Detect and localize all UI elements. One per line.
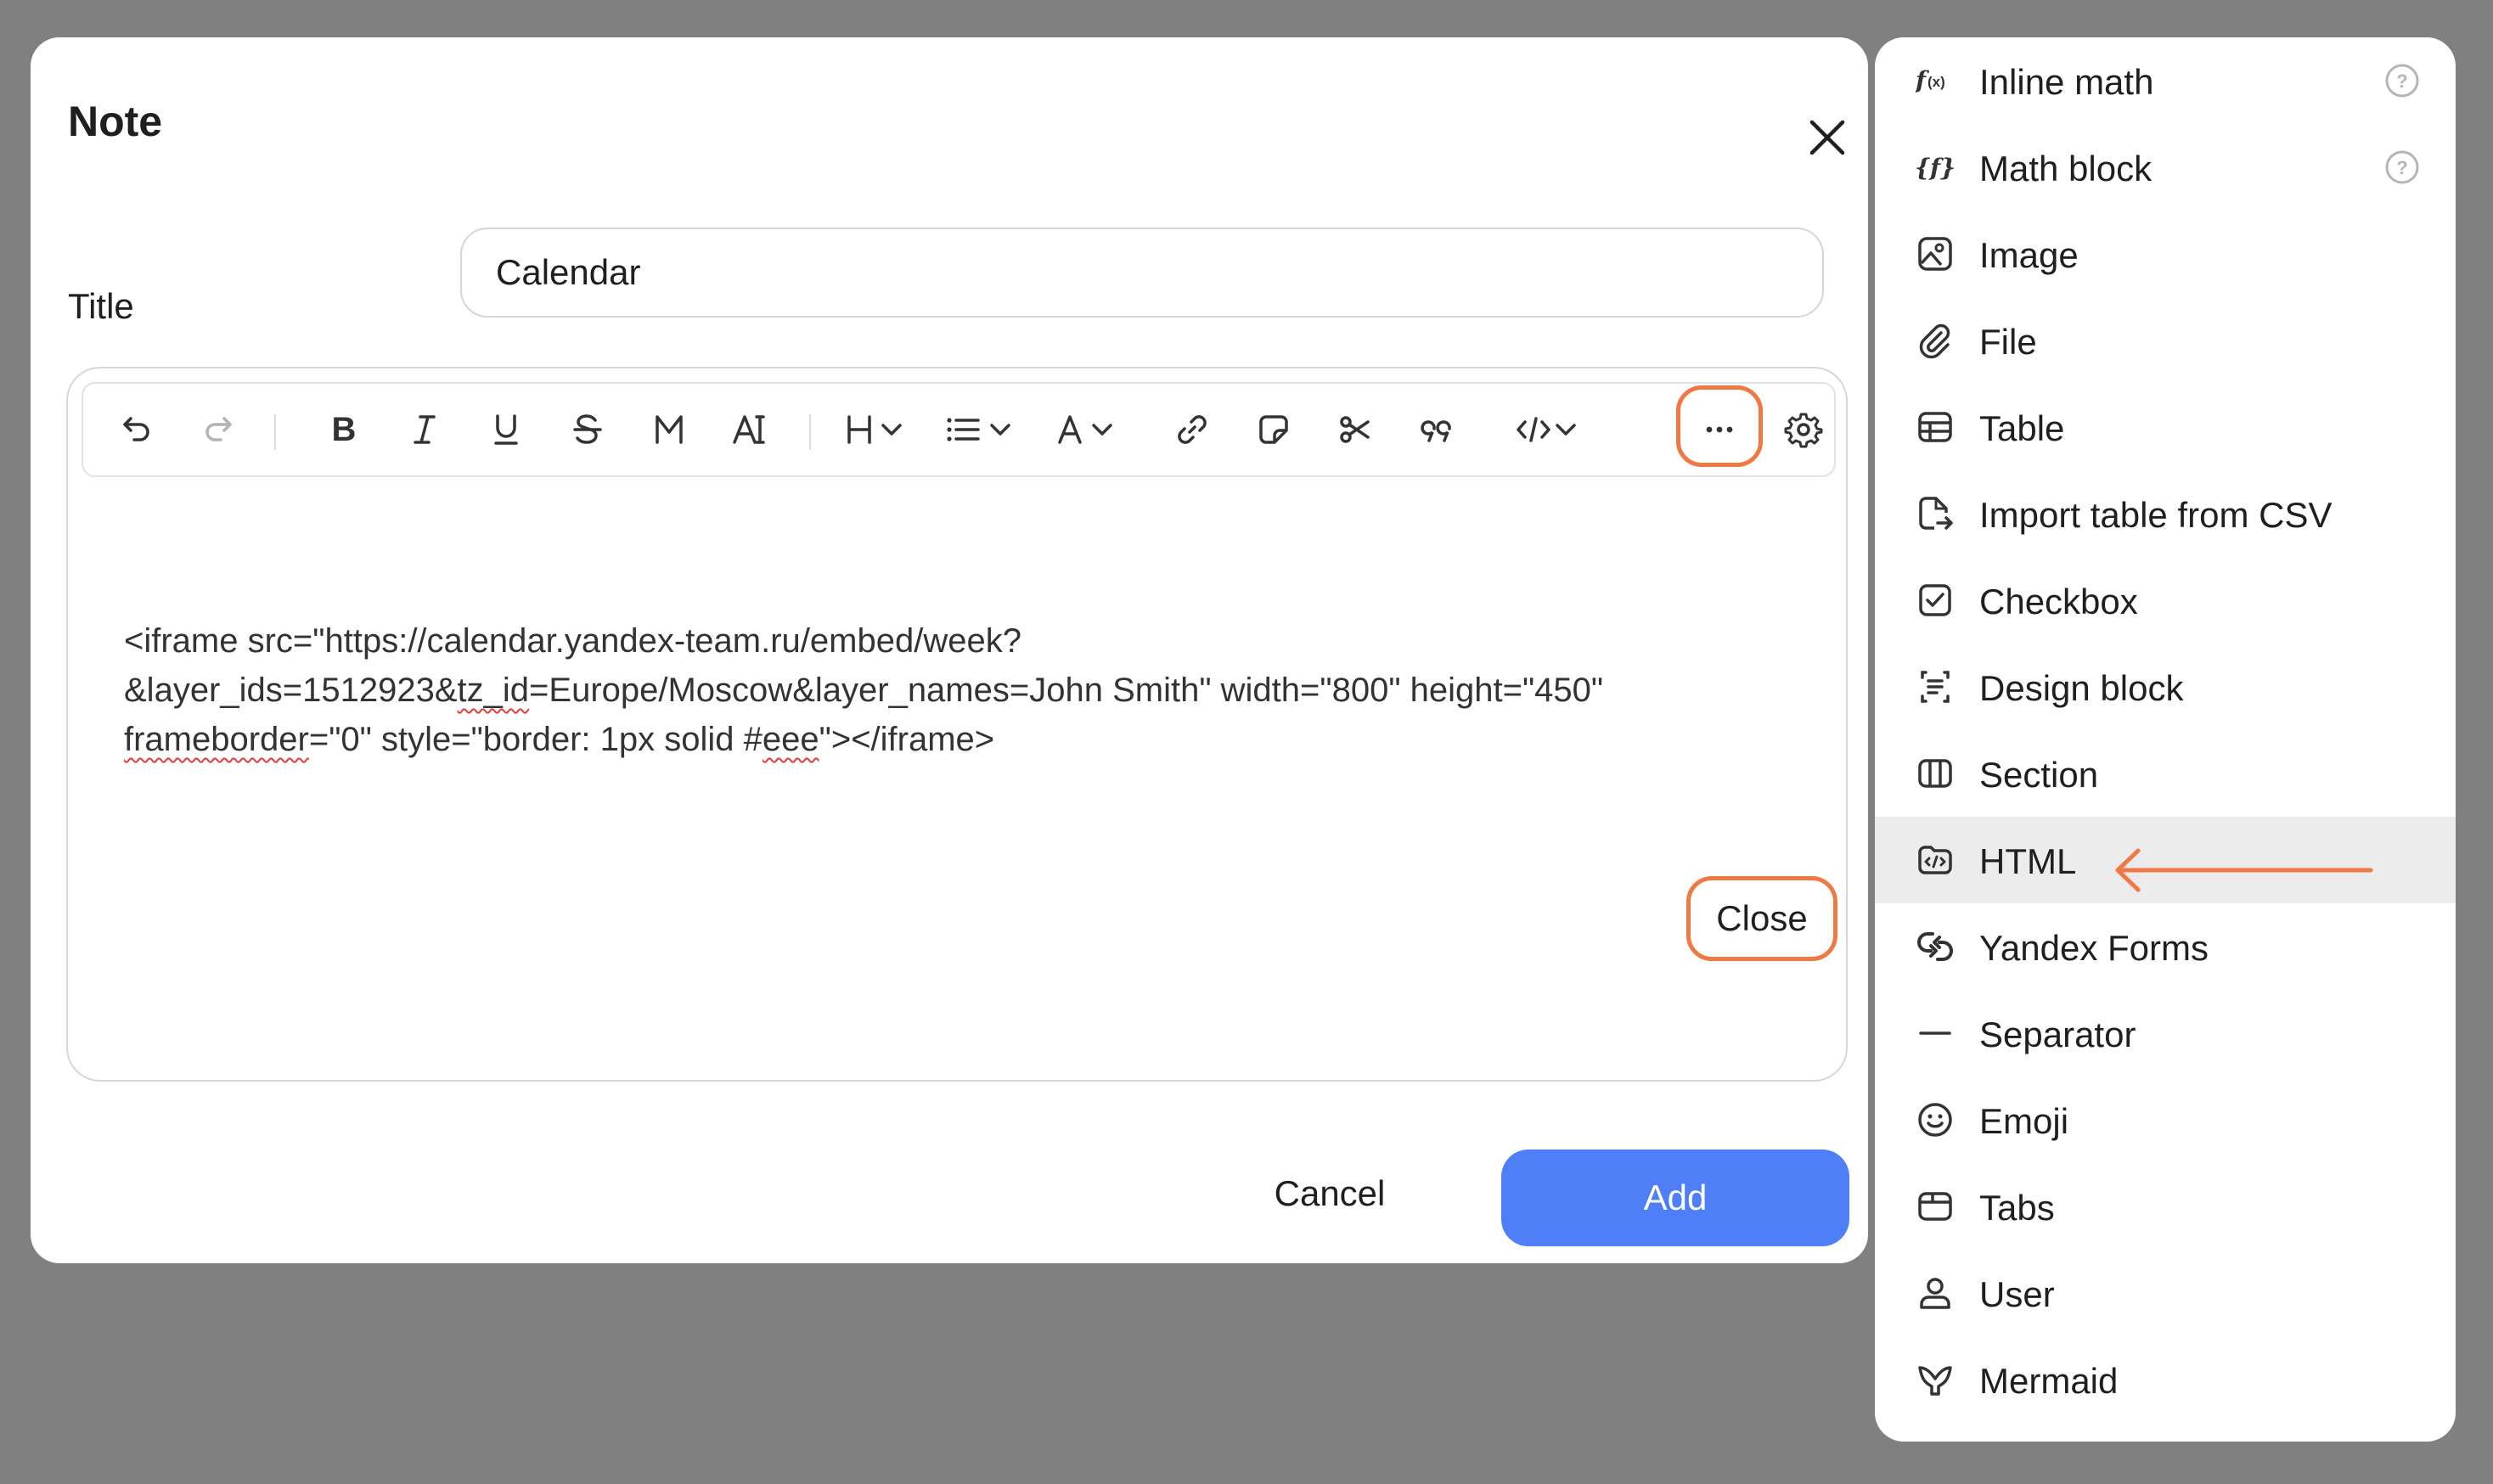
note-dialog: Note Title B: [31, 37, 1868, 1263]
settings-button[interactable]: [1773, 399, 1834, 460]
editor: B <iframe src="https://calendar.yandex-t…: [66, 367, 1848, 1082]
yandex-forms-icon: [1916, 927, 1955, 966]
menu-item-tabs[interactable]: Tabs: [1875, 1163, 2456, 1250]
menu-item-checkbox[interactable]: Checkbox: [1875, 557, 2456, 644]
menu-item-math-block[interactable]: {f} Math block ?: [1875, 124, 2456, 211]
bold-icon: B: [332, 411, 357, 448]
table-icon: [1916, 408, 1955, 447]
svg-text:{f}: {f}: [1916, 154, 1955, 182]
menu-item-separator[interactable]: Separator: [1875, 990, 2456, 1076]
italic-button[interactable]: [394, 399, 455, 460]
title-input[interactable]: [460, 228, 1824, 318]
code-line-2: &layer_ids=1512923&tz_id=Europe/Moscow&l…: [124, 672, 1604, 709]
cancel-button[interactable]: Cancel: [1236, 1151, 1423, 1236]
svg-text:?: ?: [2396, 70, 2407, 92]
emoji-icon: [1916, 1100, 1955, 1139]
image-icon: [1916, 234, 1955, 273]
monospace-button[interactable]: [639, 399, 700, 460]
svg-text:(x): (x): [1927, 74, 1945, 90]
insert-menu: f (x) Inline math ? {f} Math block ? Imag…: [1875, 37, 2456, 1442]
list-button[interactable]: [941, 399, 1022, 460]
menu-item-inline-math[interactable]: f (x) Inline math ?: [1875, 37, 2456, 124]
code-line-3: frameborder="0" style="border: 1px solid…: [124, 721, 995, 758]
code-icon: [1517, 417, 1576, 442]
paperclip-icon: [1916, 321, 1955, 360]
quote-button[interactable]: [1406, 399, 1467, 460]
dialog-title: Note: [68, 98, 163, 145]
note-button[interactable]: [1243, 399, 1304, 460]
close-dialog-button[interactable]: [1797, 107, 1858, 168]
help-icon[interactable]: ?: [2384, 149, 2420, 185]
heading-icon: [847, 415, 902, 444]
menu-item-table[interactable]: Table: [1875, 384, 2456, 470]
underline-button[interactable]: [476, 399, 537, 460]
link-icon: [1178, 415, 1207, 444]
menu-item-yandex-forms[interactable]: Yandex Forms: [1875, 903, 2456, 990]
html-icon: [1916, 840, 1955, 880]
tabs-icon: [1916, 1187, 1955, 1226]
undo-icon: [123, 417, 149, 441]
menu-item-image[interactable]: Image: [1875, 211, 2456, 297]
user-icon: [1916, 1273, 1955, 1313]
editor-content[interactable]: <iframe src="https://calendar.yandex-tea…: [124, 616, 1822, 764]
menu-item-emoji[interactable]: Emoji: [1875, 1076, 2456, 1163]
separator-icon: [1916, 1014, 1955, 1053]
inline-math-icon: f (x): [1916, 61, 1955, 100]
text-color-icon: [1058, 415, 1112, 444]
add-button[interactable]: Add: [1501, 1150, 1849, 1246]
more-icon: [1706, 426, 1733, 433]
design-block-icon: [1916, 667, 1955, 706]
quote-icon: [1421, 420, 1451, 442]
math-block-icon: {f}: [1916, 148, 1955, 187]
annotation-arrow: [2115, 848, 2373, 892]
menu-item-design-block[interactable]: Design block: [1875, 644, 2456, 730]
code-line-1: <iframe src="https://calendar.yandex-tea…: [124, 622, 1021, 660]
settings-icon: [1784, 413, 1823, 448]
close-html-button[interactable]: Close: [1686, 876, 1837, 961]
more-button[interactable]: [1689, 399, 1750, 460]
bold-button[interactable]: B: [313, 399, 374, 460]
menu-item-file[interactable]: File: [1875, 297, 2456, 384]
list-icon: [947, 418, 1010, 441]
underline-icon: [494, 414, 518, 445]
code-button[interactable]: [1511, 399, 1593, 460]
toolbar-separator: [809, 414, 811, 450]
help-icon[interactable]: ?: [2384, 63, 2420, 98]
toolbar-separator: [274, 414, 276, 450]
strikethrough-icon: [573, 414, 602, 444]
strikethrough-button[interactable]: [557, 399, 618, 460]
cut-button[interactable]: [1325, 399, 1386, 460]
checkbox-icon: [1916, 581, 1955, 620]
menu-item-section[interactable]: Section: [1875, 730, 2456, 817]
redo-icon: [205, 417, 232, 441]
spellcheck-word: tz_id: [457, 672, 530, 709]
mermaid-icon: [1916, 1360, 1955, 1399]
menu-item-mermaid[interactable]: Mermaid: [1875, 1336, 2456, 1423]
menu-item-user[interactable]: User: [1875, 1250, 2456, 1336]
redo-button[interactable]: [188, 399, 249, 460]
svg-text:B: B: [332, 411, 357, 448]
spellcheck-word: frameborder: [124, 721, 309, 758]
monospace-icon: [656, 415, 683, 444]
note-icon: [1259, 415, 1288, 444]
menu-item-import-csv[interactable]: Import table from CSV: [1875, 470, 2456, 557]
csv-import-icon: [1916, 494, 1955, 533]
marked-text-button[interactable]: [720, 399, 781, 460]
undo-button[interactable]: [106, 399, 167, 460]
italic-icon: [414, 415, 436, 444]
title-field-label: Title: [68, 286, 134, 326]
spellcheck-word: eee: [762, 721, 819, 758]
editor-toolbar: B: [82, 382, 1836, 477]
heading-button[interactable]: [839, 399, 920, 460]
cut-icon: [1340, 416, 1370, 443]
close-icon: [1809, 120, 1845, 155]
marked-text-icon: [733, 415, 765, 444]
svg-text:?: ?: [2396, 157, 2407, 178]
link-button[interactable]: [1162, 399, 1223, 460]
text-color-button[interactable]: [1051, 399, 1133, 460]
section-icon: [1916, 754, 1955, 793]
